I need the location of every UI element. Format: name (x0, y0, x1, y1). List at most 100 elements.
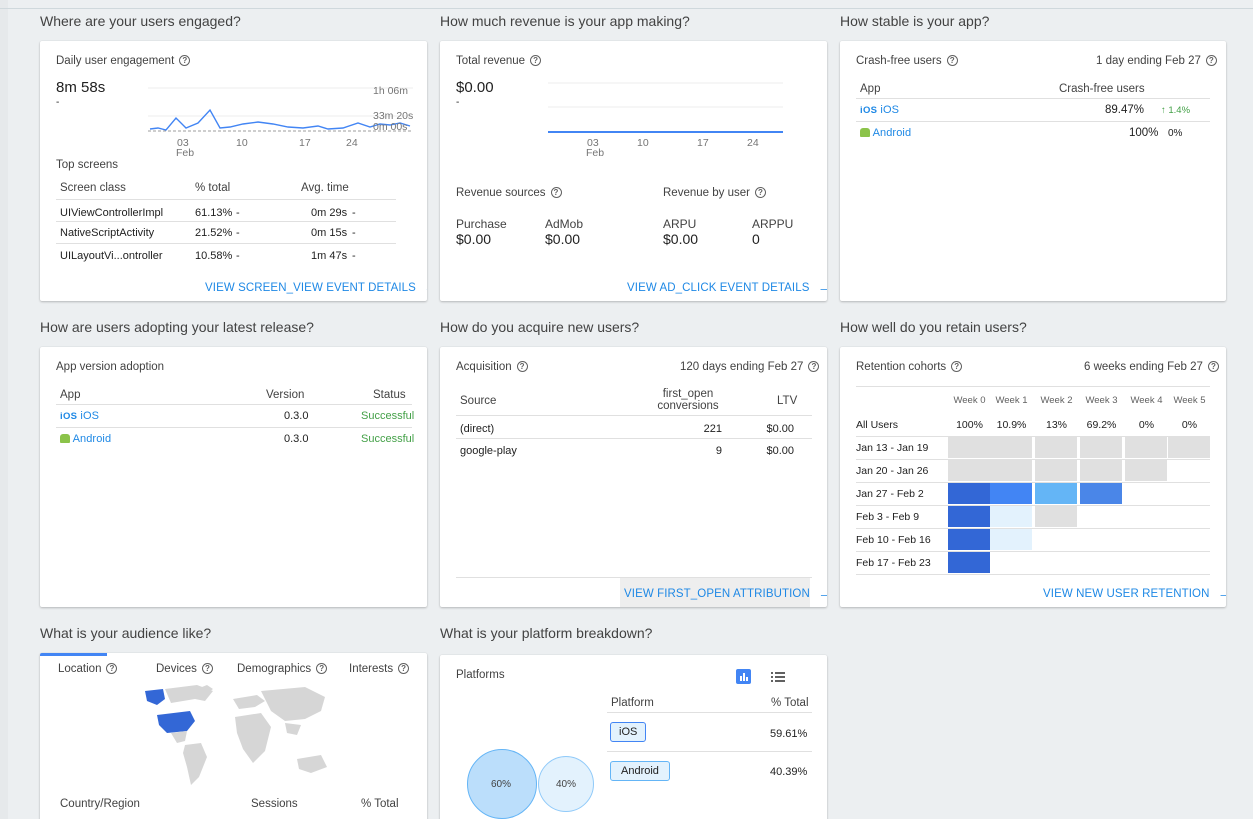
section-title-retain: How well do you retain users? (840, 319, 1027, 335)
week-header: Week 1 (995, 395, 1028, 406)
arpu-label: ARPU (663, 217, 697, 231)
ios-row-label[interactable]: iOS iOS (60, 410, 99, 422)
section-title-acquire: How do you acquire new users? (440, 319, 640, 335)
all-users-value: 0% (1181, 419, 1198, 431)
retention-cell[interactable] (1035, 483, 1077, 504)
retention-cell[interactable] (1125, 437, 1167, 458)
bar-chart-toggle-icon[interactable] (736, 669, 751, 684)
audience-card: Location? Devices? Demographics? Interes… (40, 653, 427, 819)
tab-interests[interactable]: Interests? (349, 663, 410, 675)
view-retention-link[interactable]: VIEW NEW USER RETENTION → (1043, 585, 1226, 602)
tab-location[interactable]: Location? (58, 663, 118, 675)
tab-demographics[interactable]: Demographics? (237, 663, 328, 675)
acquisition-card: Acquisition? 120 days ending Feb 27? Sou… (440, 347, 827, 607)
row-divider (856, 482, 1210, 483)
retention-cell[interactable] (948, 483, 990, 504)
week-header: Week 2 (1040, 395, 1073, 406)
list-view-toggle-icon[interactable] (770, 669, 786, 689)
retention-cell[interactable] (948, 506, 990, 527)
help-icon[interactable]: ? (530, 55, 542, 66)
retention-cell[interactable] (1035, 437, 1077, 458)
help-icon[interactable]: ? (516, 361, 528, 372)
help-icon[interactable]: ? (1205, 55, 1217, 66)
retention-cell[interactable] (1080, 437, 1122, 458)
row-divider (856, 98, 1210, 99)
row-divider (856, 551, 1210, 552)
android-row-label[interactable]: Android (860, 127, 911, 139)
cohort-label: Jan 27 - Feb 2 (856, 488, 924, 500)
col-pct-total: % total (195, 182, 231, 194)
android-platform-value: 40.39% (770, 766, 808, 778)
ios-chip[interactable]: iOS (610, 722, 647, 742)
help-icon[interactable]: ? (1207, 361, 1219, 372)
row-divider (856, 528, 1210, 529)
view-screen-view-link[interactable]: VIEW SCREEN_VIEW EVENT DETAILS→ (205, 279, 427, 296)
android-status: Successful (361, 433, 415, 445)
row-divider (856, 121, 1210, 122)
tab-devices[interactable]: Devices? (156, 663, 213, 675)
col-version: Version (266, 389, 305, 401)
retention-cell[interactable] (990, 437, 1032, 458)
ios-icon: iOS (60, 411, 78, 422)
screen-time: 1m 47s (311, 250, 348, 262)
retention-cell[interactable] (1080, 483, 1122, 504)
help-icon[interactable]: ? (808, 361, 820, 372)
revenue-line-chart (548, 82, 783, 133)
retention-cell[interactable] (990, 460, 1032, 481)
left-strip (0, 0, 8, 819)
retention-cell[interactable] (1168, 437, 1210, 458)
acquisition-period: 120 days ending Feb 27? (680, 361, 820, 373)
help-icon[interactable]: ? (398, 663, 410, 674)
all-users-value: 100% (956, 419, 983, 431)
revenue-by-user-title: Revenue by user? (663, 187, 766, 199)
retention-cell[interactable] (1125, 460, 1167, 481)
platforms-title: Platforms (456, 669, 505, 681)
retention-cell[interactable] (990, 506, 1032, 527)
x-label-17: 17 (299, 137, 311, 149)
row-divider (607, 712, 812, 713)
retention-cell[interactable] (1080, 460, 1122, 481)
week-header: Week 4 (1130, 395, 1163, 406)
retention-cell[interactable] (948, 460, 990, 481)
android-change: 0% (1168, 128, 1183, 139)
source-name: (direct) (460, 423, 495, 435)
row-divider (56, 404, 412, 405)
android-row-label[interactable]: Android (60, 433, 111, 445)
active-tab-indicator (40, 653, 107, 656)
view-first-open-link[interactable]: VIEW FIRST_OPEN ATTRIBUTION → (624, 585, 827, 602)
retention-cell[interactable] (990, 529, 1032, 550)
arppu-label: ARPPU (752, 217, 794, 231)
arrow-right-icon: → (817, 585, 827, 602)
x-label-17: 17 (697, 137, 709, 149)
help-icon[interactable]: ? (951, 361, 963, 372)
help-icon[interactable]: ? (550, 187, 562, 198)
retention-cell[interactable] (948, 529, 990, 550)
screen-name: UIViewControllerImpl (60, 207, 164, 219)
arpu-value: $0.00 (663, 231, 699, 247)
help-icon[interactable]: ? (106, 663, 118, 674)
view-ad-click-link[interactable]: VIEW AD_CLICK EVENT DETAILS → (627, 279, 827, 296)
retention-cell[interactable] (1035, 460, 1077, 481)
retention-cell[interactable] (990, 483, 1032, 504)
help-icon[interactable]: ? (179, 55, 191, 66)
engagement-value: 8m 58s (56, 79, 106, 96)
col-status: Status (373, 389, 406, 401)
row-divider (856, 574, 1210, 575)
help-icon[interactable]: ? (946, 55, 958, 66)
help-icon[interactable]: ? (201, 663, 213, 674)
ios-change: ↑ 1.4% (1161, 105, 1191, 116)
all-users-value: 69.2% (1086, 419, 1117, 431)
retention-cell[interactable] (948, 552, 990, 573)
retention-cell[interactable] (1035, 506, 1077, 527)
row-divider (856, 505, 1210, 506)
help-icon[interactable]: ? (316, 663, 328, 674)
week-header: Week 5 (1173, 395, 1206, 406)
retention-title: Retention cohorts? (856, 361, 963, 373)
ios-row-label[interactable]: iOS iOS (860, 104, 899, 116)
y-label-min: 0m 00s (373, 121, 408, 133)
section-title-revenue: How much revenue is your app making? (440, 13, 690, 29)
help-icon[interactable]: ? (754, 187, 766, 198)
android-chip[interactable]: Android (610, 761, 670, 781)
retention-cell[interactable] (948, 437, 990, 458)
all-users-value: 0% (1138, 419, 1155, 431)
